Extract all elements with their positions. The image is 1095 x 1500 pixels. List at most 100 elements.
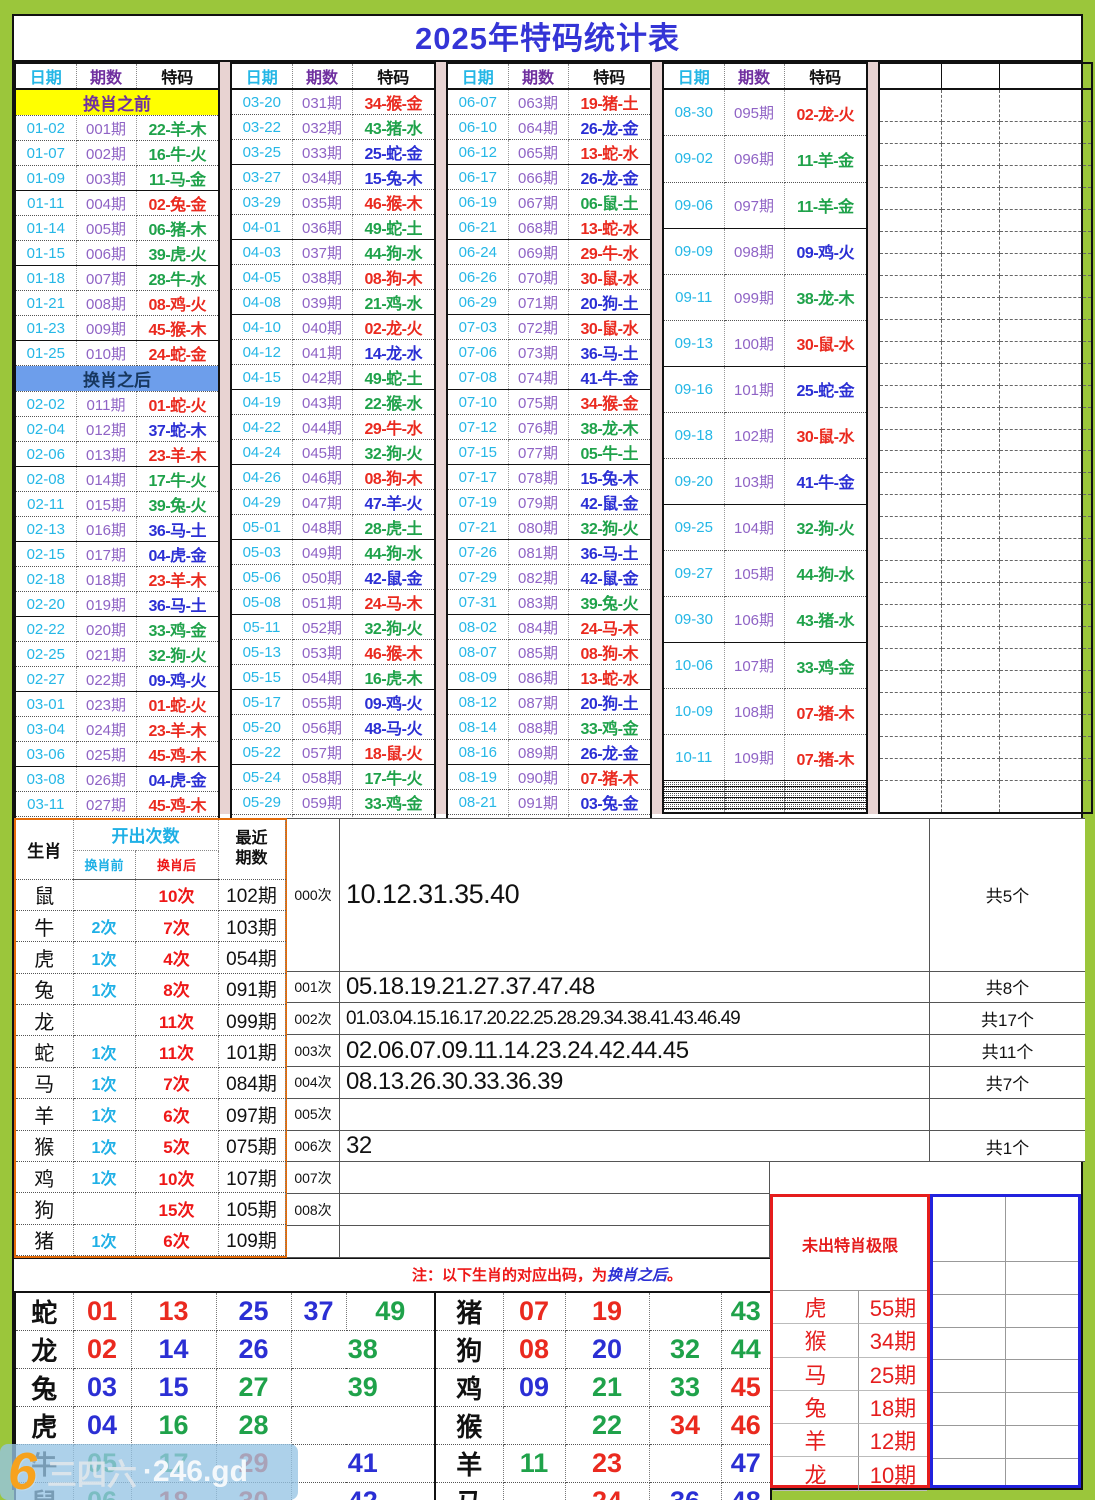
watermark-text-cn: 三四六 (47, 1450, 137, 1494)
empty-cell (999, 670, 1092, 692)
draw-row: 08-12087期20-狗-土 (447, 690, 651, 715)
draw-code-cell: 23-羊-木 (136, 567, 219, 592)
empty-columns-table (878, 62, 1093, 814)
limit-row: 兔18期 (773, 1391, 927, 1424)
blue-box-gridline (933, 1425, 1078, 1426)
draw-row: 09-09098期09-鸡-火 (663, 228, 867, 274)
draw-period-cell: 034期 (292, 165, 352, 190)
group-separator (652, 62, 662, 814)
zodiac-change-banner: 换肖之后 (15, 366, 219, 392)
blue-box-gridline (933, 1458, 1078, 1459)
mapping-row: 狗08203244 (435, 1331, 771, 1369)
map-number-cell: 09 (503, 1369, 565, 1407)
empty-cell (999, 122, 1092, 144)
map-number-cell: 45 (721, 1369, 771, 1407)
draw-date-cell: 03-27 (231, 165, 292, 190)
draw-row: 05-08051期24-马-木 (231, 590, 435, 615)
draw-code-cell: 20-狗-土 (568, 290, 651, 315)
empty-cell (941, 714, 999, 736)
draw-period-cell: 019期 (76, 592, 136, 617)
empty-cell (999, 495, 1092, 517)
empty-cell (879, 561, 941, 583)
stats-row: 鼠10次102期 (16, 879, 285, 910)
draw-row: 07-31083期39-兔-火 (447, 590, 651, 615)
draw-date-cell: 01-25 (15, 341, 76, 366)
draw-code-cell: 39-兔-火 (136, 492, 219, 517)
freq-numbers (340, 1099, 930, 1131)
limit-zodiac-cell: 猴 (773, 1324, 859, 1357)
limits-title: 未出特肖极限 (773, 1197, 927, 1291)
empty-row (879, 210, 1092, 232)
empty-row (879, 583, 1092, 605)
draw-period-cell: 048期 (292, 515, 352, 540)
empty-cell (879, 319, 941, 341)
draw-row: 04-08039期21-鸡-水 (231, 290, 435, 315)
freq-numbers: 08.13.26.30.33.36.39 (340, 1067, 930, 1099)
draw-code-cell: 33-鸡-金 (568, 715, 651, 740)
draw-period-cell: 104期 (724, 504, 784, 550)
map-number-cell: 22 (565, 1407, 649, 1445)
draw-date-cell: 04-05 (231, 265, 292, 290)
draw-code-cell: 07-猪-木 (568, 765, 651, 790)
draw-period-cell: 007期 (76, 266, 136, 291)
draw-date-cell: 02-06 (15, 442, 76, 467)
empty-row (879, 275, 1092, 297)
frequency-row: 004次08.13.26.30.33.36.39共7个 (287, 1067, 1085, 1099)
draw-code-cell: 05-牛-土 (568, 440, 651, 465)
draw-period-cell: 100期 (724, 320, 784, 366)
draw-date-cell: 08-21 (447, 790, 508, 815)
draw-code-cell: 34-猴-金 (352, 89, 435, 115)
empty-cell (879, 495, 941, 517)
draw-row: 01-14005期06-猪-木 (15, 216, 219, 241)
map-number-cell: 43 (721, 1292, 771, 1331)
draw-row: 07-06073期36-马-土 (447, 340, 651, 365)
stats-zodiac-cell: 蛇 (16, 1036, 73, 1067)
draw-row: 09-30106期43-猪-水 (663, 596, 867, 642)
draw-date-cell: 08-30 (663, 89, 724, 136)
draw-date-cell: 09-09 (663, 228, 724, 274)
empty-cell (941, 736, 999, 758)
draw-code-cell: 36-马-土 (136, 592, 219, 617)
draw-period-cell: 091期 (508, 790, 568, 815)
empty-cell (879, 232, 941, 254)
map-number-cell: 38 (291, 1331, 435, 1369)
empty-cell (879, 780, 941, 813)
draw-period-cell: 051期 (292, 590, 352, 615)
draw-row: 04-29047期47-羊-火 (231, 490, 435, 515)
empty-cell (724, 810, 784, 813)
empty-row (879, 254, 1092, 276)
frequency-row: 005次 (287, 1099, 1085, 1131)
map-number-cell: 27 (216, 1369, 291, 1407)
draw-date-cell: 01-02 (15, 116, 76, 141)
draw-row: 08-21091期03-兔-金 (447, 790, 651, 815)
empty-cell (999, 275, 1092, 297)
draw-date-cell: 02-22 (15, 617, 76, 642)
draw-period-cell: 070期 (508, 265, 568, 290)
draw-date-cell: 07-06 (447, 340, 508, 365)
empty-cell (999, 429, 1092, 451)
draw-period-cell: 098期 (724, 228, 784, 274)
stats-zodiac-cell: 牛 (16, 911, 73, 942)
draw-period-cell: 080期 (508, 515, 568, 540)
empty-cell (999, 144, 1092, 166)
draw-period-cell: 014期 (76, 467, 136, 492)
draw-row: 02-04012期37-蛇-木 (15, 417, 219, 442)
draw-row: 09-18102期30-鼠-水 (663, 412, 867, 458)
empty-row (879, 166, 1092, 188)
empty-cell (879, 166, 941, 188)
draw-code-cell: 24-马-木 (352, 590, 435, 615)
draw-row: 05-17055期09-鸡-火 (231, 690, 435, 715)
empty-cell (941, 232, 999, 254)
map-number-cell: 03 (73, 1369, 131, 1407)
draw-row: 08-14088期33-鸡-金 (447, 715, 651, 740)
draw-date-cell: 07-12 (447, 415, 508, 440)
code-column-header: 特码 (784, 63, 867, 89)
draw-row: 05-01048期28-虎-土 (231, 515, 435, 540)
draw-period-cell: 027期 (76, 792, 136, 817)
blue-box-gridline (933, 1261, 1078, 1262)
mapping-row: 龙02142638 (15, 1331, 435, 1369)
map-number-cell: 26 (216, 1331, 291, 1369)
group-separator (868, 62, 878, 814)
empty-cell (999, 605, 1092, 627)
draw-code-cell: 49-蛇-土 (352, 215, 435, 240)
